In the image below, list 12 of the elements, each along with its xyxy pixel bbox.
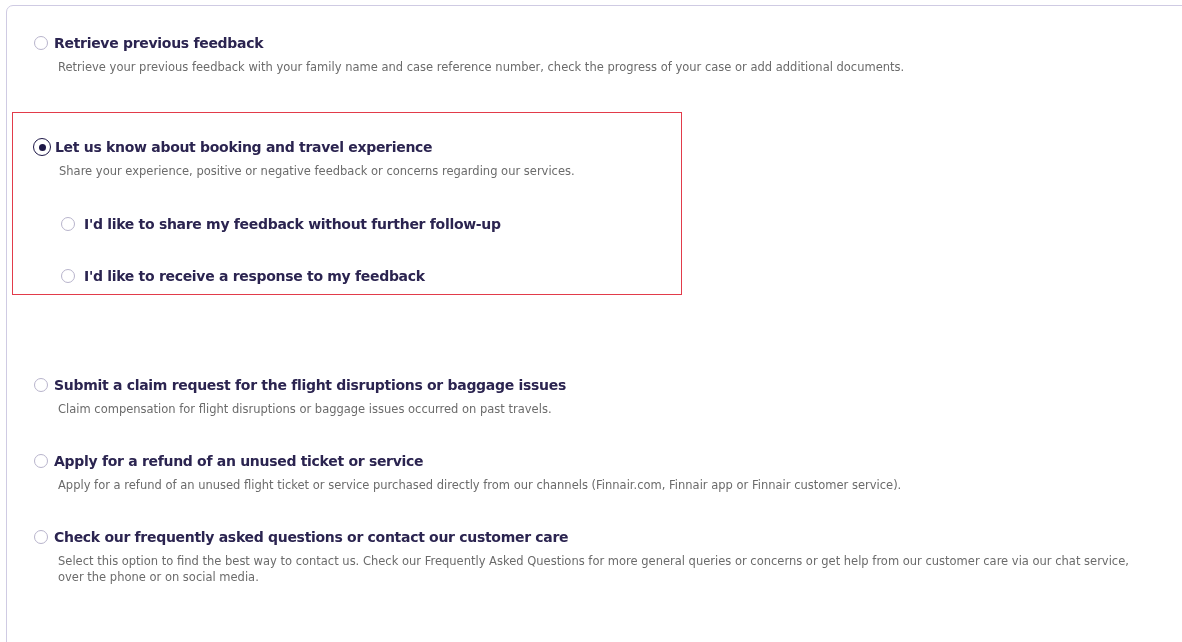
option-title[interactable]: Let us know about booking and travel experience xyxy=(55,139,433,155)
option-description: Select this option to find the best way to contact us. Check our Frequently Asked Questions for more general queries or concerns or get help from our customer care via our chat service, over the phone or on social media. xyxy=(58,553,1130,585)
option-title[interactable]: Retrieve previous feedback xyxy=(54,35,264,51)
option-description: Share your experience, positive or negative feedback or concerns regarding our services. xyxy=(59,163,576,179)
option-label[interactable]: I'd like to receive a response to my feedback xyxy=(84,268,425,284)
option-title[interactable]: Apply for a refund of an unused ticket or service xyxy=(54,453,424,469)
option-description: Claim compensation for flight disruptions or baggage issues occurred on past travels. xyxy=(58,401,553,417)
option-description: Retrieve your previous feedback with your family name and case reference number, check the progress of your case or add additional documents. xyxy=(58,59,906,75)
option-title[interactable]: Check our frequently asked questions or contact our customer care xyxy=(54,529,569,545)
option-title[interactable]: Submit a claim request for the flight disruptions or baggage issues xyxy=(54,377,566,393)
option-label[interactable]: I'd like to share my feedback without further follow-up xyxy=(84,216,501,232)
option-description: Apply for a refund of an unused flight ticket or service purchased directly from our channels (Finnair.com, Finnair app or Finnair customer service). xyxy=(58,477,903,493)
